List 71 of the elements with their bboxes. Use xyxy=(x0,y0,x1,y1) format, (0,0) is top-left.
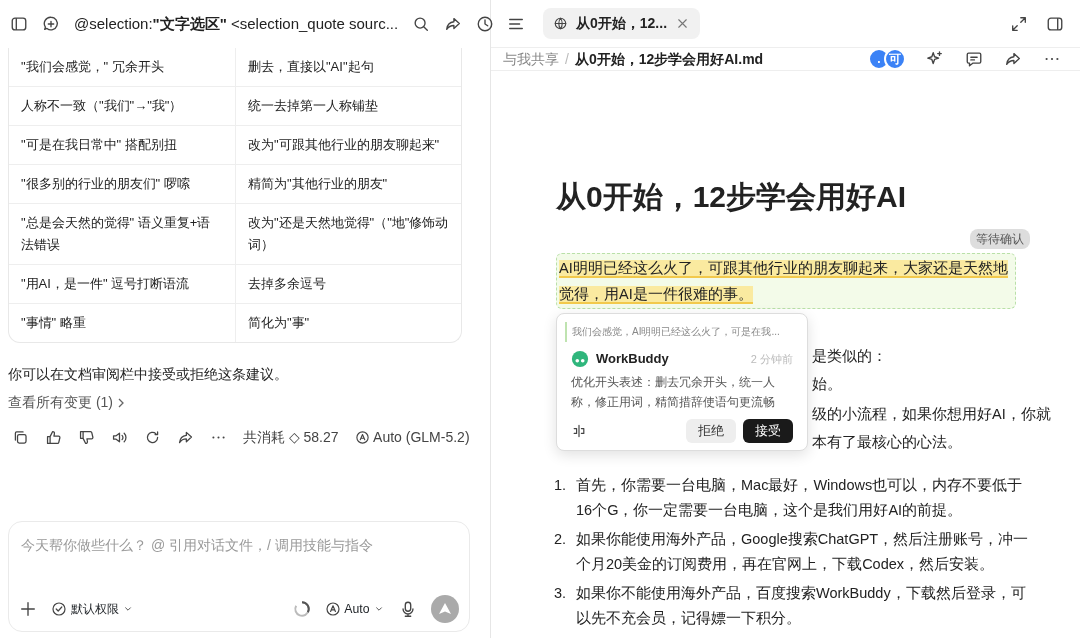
split-view-icon[interactable] xyxy=(571,423,587,439)
thumbs-up-icon[interactable] xyxy=(45,429,62,446)
model-icon xyxy=(324,601,341,617)
table-cell: 精简为"其他行业的朋友" xyxy=(235,165,461,203)
credit-usage: 共消耗 ◇ 58.27 xyxy=(243,428,339,447)
breadcrumb-link[interactable]: 与我共享 xyxy=(503,48,559,70)
suggestion-text: 优化开头表述：删去冗余开头，统一人称，修正用词，精简措辞使语句更流畅 xyxy=(571,374,776,411)
paragraph-text: 是类似的： xyxy=(812,346,887,366)
breadcrumb-current: 从0开始，12步学会用好AI.md xyxy=(574,49,764,69)
check-circle-icon xyxy=(51,601,67,617)
refresh-icon[interactable] xyxy=(144,429,161,446)
search-icon[interactable] xyxy=(412,15,431,33)
comment-icon[interactable] xyxy=(965,50,983,68)
table-cell-text: 人称不一致（"我们"→"我"） xyxy=(20,97,184,115)
history-icon[interactable] xyxy=(476,15,495,33)
share-icon[interactable] xyxy=(1004,50,1022,68)
expand-icon[interactable] xyxy=(1010,14,1028,33)
add-icon[interactable] xyxy=(19,600,37,618)
author-name: WorkBuddy xyxy=(596,349,670,368)
table-cell-text: "总是会天然的觉得" 语义重复+语法错误 xyxy=(20,214,212,254)
send-arrow-icon xyxy=(438,602,452,616)
table-cell: 删去，直接以"AI"起句 xyxy=(235,48,461,86)
microphone-icon[interactable] xyxy=(399,600,417,618)
table-cell: 简化为"事" xyxy=(235,304,461,342)
pending-status-badge: 等待确认 xyxy=(970,229,1030,249)
table-cell-text: "用AI，是一件" 逗号打断语流 xyxy=(20,275,191,293)
paragraph-text: 始。 xyxy=(812,374,842,394)
model-icon xyxy=(354,430,370,445)
table-cell-text: "很多别的行业的朋友们" 啰嗦 xyxy=(20,175,191,193)
list-item-text: 如果你能使用海外产品，Google搜索ChatGPT，然后注册账号，冲一个月20美金的订阅费用，再在官网上，下载Codex，然后安装。 xyxy=(576,529,1030,574)
thumbs-down-icon[interactable] xyxy=(78,429,95,446)
table-cell: 去掉多余逗号 xyxy=(235,265,461,303)
table-cell-text: "可是在我日常中" 搭配别扭 xyxy=(20,136,178,154)
table-cell: 改为"还是天然地觉得"（"地"修饰动词） xyxy=(235,204,461,264)
share-icon[interactable] xyxy=(444,15,463,33)
list-item-text: 如果你不能使用海外产品，百度搜索WorkBuddy，下载然后登录，可以先不充会员，记得嫖一下积分。 xyxy=(576,583,1027,628)
avatar: 可 xyxy=(884,48,906,70)
new-chat-icon[interactable] xyxy=(42,15,60,33)
document-title: 从0开始，12步学会用好AI xyxy=(556,179,908,215)
mascot-icon xyxy=(571,349,589,368)
chevron-icon xyxy=(116,397,125,408)
document-tab[interactable]: 从0开始，12... xyxy=(543,8,701,39)
timestamp: 2 分钟前 xyxy=(750,351,793,367)
message-text: 你可以在文档审阅栏中接受或拒绝这条建议。 xyxy=(7,365,289,384)
highlighted-paragraph: AI明明已经这么火了，可跟其他行业的朋友聊起来，大家还是天然地觉得，用AI是一件很难的事。 xyxy=(556,252,1016,309)
model-dropdown[interactable]: Auto xyxy=(324,599,385,619)
message-composer[interactable]: 今天帮你做些什么？ @ 引用对话文件，/ 调用技能与指令 默认权限 Auto xyxy=(8,521,470,632)
view-changes-link[interactable]: 查看所有变更 (1) xyxy=(8,392,113,413)
loading-icon xyxy=(292,600,311,618)
quoted-text: 我们会感觉，AI明明已经这么火了，可是在我... xyxy=(565,321,780,342)
paragraph-text: 本有了最核心的心法。 xyxy=(812,432,962,452)
permission-dropdown[interactable]: 默认权限 xyxy=(51,599,134,619)
table-cell: 统一去掉第一人称铺垫 xyxy=(235,87,461,125)
list-number: 1. xyxy=(554,475,568,495)
list-item-text: 首先，你需要一台电脑，Mac最好，Windows也可以，内存不要低于16个G，你一定需要一台电脑，这个是我们用好AI的前提。 xyxy=(576,475,1024,520)
table-cell-text: "事情" 略重 xyxy=(20,314,87,332)
table-cell: 改为"可跟其他行业的朋友聊起来" xyxy=(235,126,461,164)
copy-icon[interactable] xyxy=(12,429,29,446)
list-number: 3. xyxy=(554,583,568,603)
share-icon[interactable] xyxy=(177,429,194,446)
list-number: 2. xyxy=(554,529,568,549)
table-cell-text: "我们会感觉，" 冗余开头 xyxy=(20,58,165,76)
chat-title: @selection:"文字选区" <selection_quote sourc... xyxy=(74,13,399,34)
paragraph-text: 级的小流程，如果你想用好AI，你就 xyxy=(812,404,1051,424)
panel-toggle-icon[interactable] xyxy=(1046,14,1064,33)
accept-button[interactable]: 接受 xyxy=(743,419,793,443)
reject-button[interactable]: 拒绝 xyxy=(686,419,736,443)
breadcrumb-separator: / xyxy=(565,49,569,69)
globe-icon xyxy=(553,16,568,31)
model-name: Auto (GLM-5.2) xyxy=(373,428,470,447)
sidebar-toggle-icon[interactable] xyxy=(10,15,28,33)
